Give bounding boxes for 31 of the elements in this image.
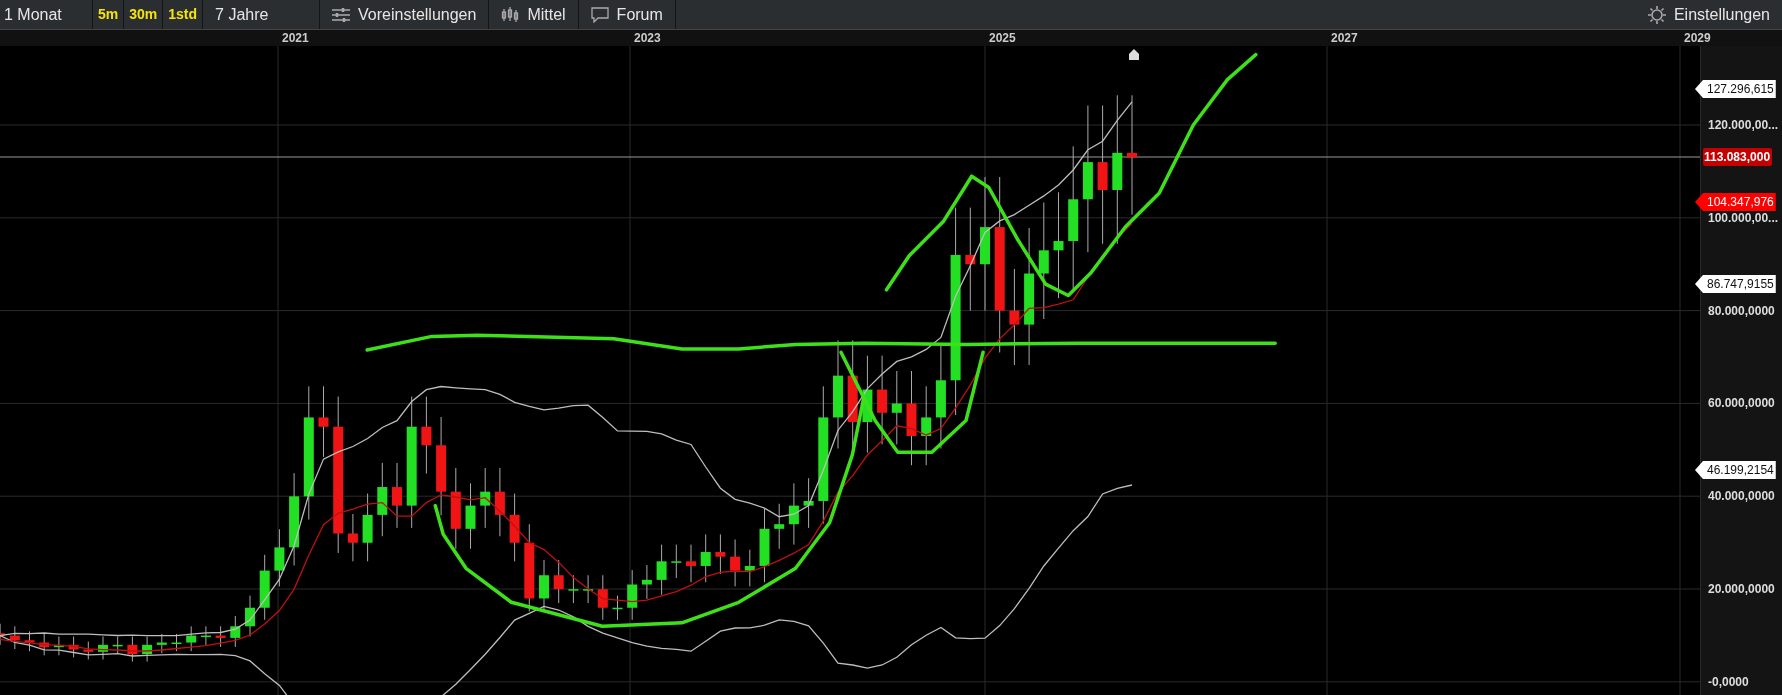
- interval-dropdown[interactable]: 1 Monat: [0, 0, 93, 29]
- settings-icon: [1647, 5, 1666, 24]
- interval-button[interactable]: 5m: [93, 0, 125, 29]
- interval-button[interactable]: 30m: [124, 0, 164, 29]
- price-label: 20.000,0000: [1708, 582, 1775, 596]
- price-label: -0,0000: [1708, 674, 1749, 689]
- range-dropdown[interactable]: 7 Jahre: [203, 0, 321, 29]
- price-tag: 104.347,976: [1695, 193, 1776, 211]
- settings-button[interactable]: Einstellungen: [1635, 0, 1782, 29]
- price-label: 60.000,0000: [1708, 396, 1775, 411]
- toolbar-button[interactable]: Forum: [578, 0, 676, 29]
- chat-bubble-icon: [590, 6, 609, 23]
- price-tag: 127.296,615: [1695, 80, 1776, 98]
- year-label: 2027: [1331, 30, 1358, 46]
- price-label: 100.000,00...: [1708, 210, 1779, 225]
- year-label: 2029: [1684, 30, 1711, 46]
- year-label: 2023: [634, 30, 661, 46]
- interval-button[interactable]: 1std: [163, 0, 204, 29]
- candlestick-icon: [501, 6, 520, 23]
- price-label: 40.000,0000: [1708, 489, 1775, 504]
- year-label: 2025: [989, 30, 1016, 46]
- toolbar-button[interactable]: Mittel: [489, 0, 579, 29]
- toolbar-button[interactable]: Voreinstellungen: [320, 0, 490, 29]
- price-tag: 86.747,9155: [1695, 275, 1776, 293]
- price-label: 120.000,00...: [1708, 118, 1779, 132]
- current-price-tag: 113.083,000: [1703, 148, 1773, 166]
- home-marker-icon[interactable]: [1129, 49, 1139, 60]
- year-label: 2021: [282, 30, 309, 46]
- sliders-icon: [332, 7, 351, 22]
- price-tag: 46.199,2154: [1695, 461, 1776, 479]
- price-label: 80.000,0000: [1708, 303, 1775, 318]
